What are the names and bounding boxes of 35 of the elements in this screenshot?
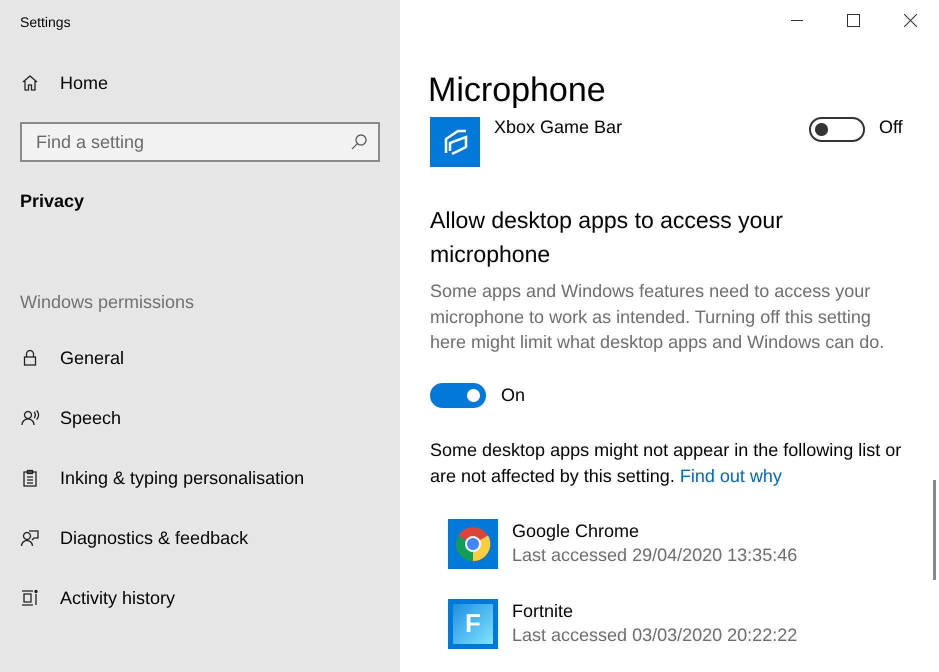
toggle-switch[interactable] — [430, 382, 486, 408]
app-icon — [430, 117, 480, 167]
app-name: Xbox Game Bar — [494, 117, 624, 139]
close-icon — [904, 14, 917, 26]
search-icon — [350, 133, 368, 151]
page-title: Microphone — [427, 70, 607, 111]
speech-icon — [20, 408, 40, 428]
window-title: Settings — [20, 13, 72, 32]
home-link[interactable]: Home — [60, 70, 108, 96]
section-heading: Allow desktop apps to access your microphone — [430, 206, 784, 269]
sidebar-item[interactable]: Activity history — [60, 584, 176, 612]
section-heading: Privacy — [20, 190, 86, 213]
description-text: Some apps and Windows features need to access your microphone to work as intended. Turning off this setting here might limit what desktop apps and Windows can do. — [430, 280, 886, 354]
sidebar-item[interactable]: Diagnostics & feedback — [60, 524, 248, 552]
app-icon — [448, 518, 498, 568]
toggle-state: Off — [879, 117, 904, 139]
app-name: Google Chrome — [512, 520, 640, 542]
home-icon — [20, 73, 40, 93]
scrollbar[interactable] — [933, 480, 936, 580]
app-name: Fortnite — [512, 600, 574, 622]
toggle-switch[interactable] — [809, 117, 865, 142]
find-out-why-link[interactable]: Find out why — [680, 466, 782, 486]
app-icon: F — [448, 598, 498, 648]
note-text: Some desktop apps might not appear in the following list or are not affected by this setting. Find out why — [430, 438, 902, 488]
search-field[interactable]: Find a setting — [20, 122, 380, 162]
sidebar-item[interactable]: Inking & typing personalisation — [60, 464, 304, 492]
last-accessed-text: Last accessed 29/04/2020 13:35:46 — [512, 544, 798, 566]
last-accessed-text: Last accessed 03/03/2020 20:22:22 — [512, 624, 798, 646]
maximize-icon — [847, 14, 860, 26]
sidebar-item[interactable]: Speech — [60, 404, 122, 432]
group-heading: Windows permissions — [20, 291, 196, 314]
sidebar-item[interactable]: General — [60, 344, 124, 372]
history-icon — [20, 588, 40, 608]
feedback-icon — [20, 528, 40, 548]
toggle-state: On — [501, 384, 526, 406]
